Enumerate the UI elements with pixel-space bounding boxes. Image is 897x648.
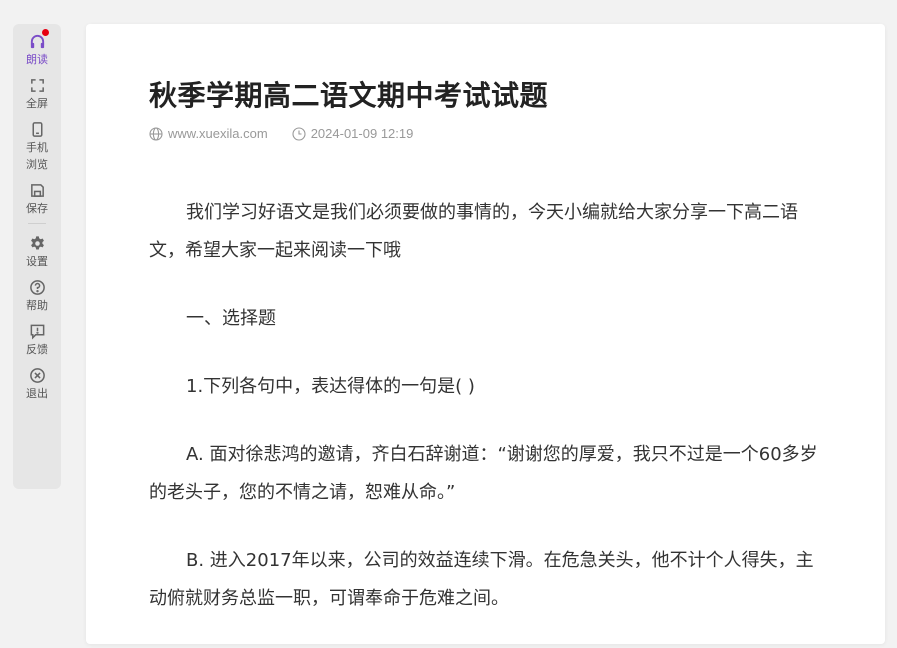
- exit-icon: [28, 366, 46, 384]
- mobile-view-label: 手机浏览: [26, 141, 48, 171]
- feedback-button[interactable]: 反馈: [13, 322, 61, 358]
- mobile-view-button[interactable]: 手机浏览: [13, 120, 61, 173]
- gear-icon: [28, 234, 46, 252]
- feedback-label: 反馈: [26, 343, 48, 356]
- clock-icon: [292, 126, 306, 141]
- feedback-icon: [28, 322, 46, 340]
- save-button[interactable]: 保存: [13, 181, 61, 217]
- save-icon: [28, 181, 46, 199]
- toolbar-divider: [28, 223, 46, 224]
- article-title: 秋季学期高二语文期中考试试题: [149, 79, 549, 112]
- mobile-icon: [28, 120, 46, 138]
- help-button[interactable]: 帮助: [13, 278, 61, 314]
- paragraph: B. 进入2017年以来，公司的效益连续下滑。在危急关头，他不计个人得失，主动俯…: [149, 550, 814, 609]
- paragraph: A. 面对徐悲鸿的邀请，齐白石辞谢道：“谢谢您的厚爱，我只不过是一个60多岁的老…: [149, 444, 818, 503]
- save-label: 保存: [26, 202, 48, 215]
- notification-dot: [42, 29, 49, 36]
- globe-icon: [149, 126, 163, 141]
- paragraph: 1.下列各句中，表达得体的一句是( ): [186, 376, 475, 397]
- source-text: www.xuexila.com: [168, 126, 268, 141]
- paragraph: 我们学习好语文是我们必须要做的事情的，今天小编就给大家分享一下高二语文，希望大家…: [149, 202, 798, 261]
- article-source: www.xuexila.com: [149, 126, 268, 141]
- headphones-icon: [28, 29, 49, 50]
- exit-label: 退出: [26, 387, 48, 400]
- reader-toolbar: 朗读 全屏 手机浏览 保存 设置 帮助 反馈 退出: [13, 24, 61, 489]
- article-date: 2024-01-09 12:19: [292, 126, 414, 141]
- fullscreen-button[interactable]: 全屏: [13, 76, 61, 112]
- article-meta: www.xuexila.com 2024-01-09 12:19: [149, 126, 413, 141]
- settings-label: 设置: [26, 255, 48, 268]
- paragraph: 一、选择题: [186, 308, 276, 329]
- help-label: 帮助: [26, 299, 48, 312]
- read-aloud-label: 朗读: [26, 53, 48, 66]
- article-panel: 秋季学期高二语文期中考试试题 www.xuexila.com 2024-01-0…: [86, 24, 885, 644]
- settings-button[interactable]: 设置: [13, 234, 61, 270]
- exit-button[interactable]: 退出: [13, 366, 61, 402]
- date-text: 2024-01-09 12:19: [310, 126, 414, 141]
- article-body: 我们学习好语文是我们必须要做的事情的，今天小编就给大家分享一下高二语文，希望大家…: [149, 194, 824, 648]
- fullscreen-label: 全屏: [26, 97, 48, 110]
- fullscreen-icon: [28, 76, 46, 94]
- help-icon: [28, 278, 46, 296]
- read-aloud-button[interactable]: 朗读: [13, 29, 61, 68]
